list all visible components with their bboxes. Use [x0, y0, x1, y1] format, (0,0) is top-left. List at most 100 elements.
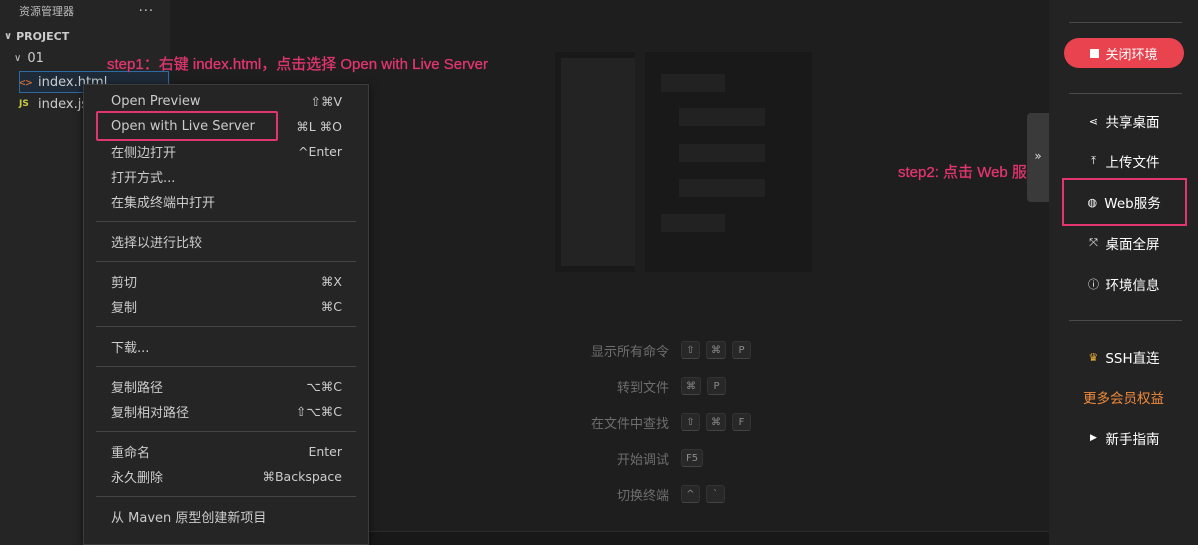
shortcut-row: 切换终端 ^ `	[500, 476, 860, 512]
menu-item-shortcut: Enter	[308, 444, 342, 459]
play-icon: ▶	[1090, 433, 1097, 443]
menu-item-shortcut: ⌘C	[320, 299, 342, 314]
upload-file-button[interactable]: ⤒ 上传文件	[1049, 150, 1198, 172]
watermark-line	[679, 179, 765, 197]
menu-group: 从 Maven 原型创建新项目	[84, 500, 368, 533]
watermark-line	[661, 74, 725, 92]
ssh-connect-button[interactable]: ♛ SSH直连	[1049, 346, 1198, 368]
key-cap: ⇧	[681, 413, 700, 431]
menu-separator	[96, 366, 356, 367]
panel-divider	[1069, 320, 1182, 321]
menu-item-open-to-side[interactable]: 在侧边打开 ^Enter	[84, 139, 368, 164]
menu-item-shortcut: ⇧⌘V	[310, 94, 342, 109]
menu-item-copy-relative-path[interactable]: 复制相对路径 ⇧⌥⌘C	[84, 399, 368, 424]
key-cap: ^	[681, 485, 700, 503]
fullscreen-desktop-button[interactable]: ⤧ 桌面全屏	[1049, 232, 1198, 254]
menu-item-download[interactable]: 下载...	[84, 334, 368, 359]
more-vip-benefits-link[interactable]: 更多会员权益	[1049, 386, 1198, 408]
project-section-header[interactable]: ∨ PROJECT	[4, 30, 69, 43]
menu-separator	[96, 431, 356, 432]
menu-item-label: 从 Maven 原型创建新项目	[111, 511, 267, 526]
menu-item-copy[interactable]: 复制 ⌘C	[84, 294, 368, 319]
menu-item-label: 在侧边打开	[111, 146, 177, 161]
section-label: PROJECT	[16, 30, 70, 43]
menu-group: Open Preview ⇧⌘V Open with Live Server ⌘…	[84, 85, 368, 218]
menu-item-maven-new-project[interactable]: 从 Maven 原型创建新项目	[84, 504, 368, 529]
environment-info-button[interactable]: ⓘ 环境信息	[1049, 273, 1198, 295]
folder-label: 01	[27, 51, 44, 66]
explorer-header: 资源管理器 ···	[0, 0, 170, 22]
environment-panel: 关闭环境 ⋖ 共享桌面 ⤒ 上传文件 ◍ Web服务 ⤧ 桌面全屏 ⓘ 环境信息…	[1049, 0, 1198, 545]
menu-item-shortcut: ⇧⌥⌘C	[295, 404, 342, 419]
fullscreen-desktop-label: 桌面全屏	[1105, 237, 1160, 253]
environment-info-label: 环境信息	[1105, 278, 1160, 294]
menu-item-rename[interactable]: 重命名 Enter	[84, 439, 368, 464]
key-cap: P	[707, 377, 726, 395]
annotation-step1: step1：右键 index.html，点击选择 Open with Live …	[107, 56, 488, 73]
watermark-line	[661, 214, 725, 232]
menu-item-label: 重命名	[111, 446, 151, 461]
crown-icon: ♛	[1088, 350, 1099, 364]
menu-item-open-with-live-server[interactable]: Open with Live Server ⌘L ⌘O	[84, 111, 368, 141]
menu-item-open-with[interactable]: 打开方式...	[84, 164, 368, 189]
beginner-guide-button[interactable]: ▶ 新手指南	[1049, 427, 1198, 449]
menu-item-label: 剪切	[111, 276, 138, 291]
shortcut-label: 在文件中查找	[590, 416, 669, 432]
shortcut-label: 切换终端	[616, 488, 669, 504]
close-environment-button[interactable]: 关闭环境	[1064, 38, 1184, 68]
beginner-guide-label: 新手指南	[1105, 432, 1160, 448]
fullscreen-icon: ⤧	[1089, 236, 1098, 249]
double-chevron-right-icon: »	[1034, 149, 1042, 163]
key-cap: F5	[681, 449, 704, 467]
menu-item-cut[interactable]: 剪切 ⌘X	[84, 269, 368, 294]
collapse-panel-tab[interactable]: »	[1027, 113, 1049, 202]
watermark-line	[679, 144, 765, 162]
info-icon: ⓘ	[1088, 278, 1099, 291]
shortcut-label: 转到文件	[616, 380, 669, 396]
key-cap: ⌘	[706, 341, 726, 359]
watermark-page-right	[645, 52, 812, 272]
chevron-down-icon: ∨	[4, 31, 13, 42]
menu-item-delete-permanently[interactable]: 永久删除 ⌘Backspace	[84, 464, 368, 489]
shortcut-row: 在文件中查找 ⇧ ⌘ F	[500, 404, 860, 440]
explorer-title: 资源管理器	[19, 5, 74, 18]
key-cap: `	[706, 485, 725, 503]
html-file-icon: <>	[19, 75, 33, 89]
panel-divider	[1069, 22, 1182, 23]
menu-separator	[96, 221, 356, 222]
menu-item-shortcut: ⌘Backspace	[262, 469, 342, 484]
menu-separator	[96, 261, 356, 262]
menu-item-label: 打开方式...	[111, 171, 176, 186]
menu-group: 下载...	[84, 330, 368, 363]
folder-01[interactable]: ∨ 01	[14, 51, 44, 66]
menu-group: 选择以进行比较	[84, 225, 368, 258]
key-cap: P	[732, 341, 751, 359]
key-cap: F	[732, 413, 751, 431]
share-desktop-label: 共享桌面	[1105, 115, 1160, 131]
file-label: index.js	[38, 96, 89, 112]
key-cap: ⇧	[681, 341, 700, 359]
menu-item-label: 复制	[111, 301, 138, 316]
menu-item-shortcut: ⌥⌘C	[306, 379, 342, 394]
menu-item-shortcut: ^Enter	[297, 144, 342, 159]
menu-item-label: Open Preview	[111, 94, 201, 109]
more-vip-benefits-label: 更多会员权益	[1083, 391, 1164, 407]
annotation-highlight-box	[96, 111, 278, 141]
shortcut-label: 开始调试	[616, 452, 669, 468]
share-desktop-button[interactable]: ⋖ 共享桌面	[1049, 110, 1198, 132]
upload-file-label: 上传文件	[1105, 155, 1160, 171]
more-actions-icon[interactable]: ···	[139, 4, 154, 19]
shortcut-hints: 显示所有命令 ⇧ ⌘ P 转到文件 ⌘ P 在文件中查找 ⇧ ⌘ F 开始调试 …	[500, 332, 860, 512]
upload-icon: ⤒	[1091, 154, 1096, 167]
menu-item-copy-path[interactable]: 复制路径 ⌥⌘C	[84, 374, 368, 399]
panel-divider	[1069, 93, 1182, 94]
shortcut-row: 显示所有命令 ⇧ ⌘ P	[500, 332, 860, 368]
menu-item-select-for-compare[interactable]: 选择以进行比较	[84, 229, 368, 254]
shortcut-label: 显示所有命令	[590, 344, 669, 360]
menu-separator	[96, 496, 356, 497]
menu-item-label: 复制路径	[111, 381, 164, 396]
menu-item-open-in-terminal[interactable]: 在集成终端中打开	[84, 189, 368, 214]
close-environment-label: 关闭环境	[1105, 47, 1158, 63]
annotation-highlight-box	[1062, 178, 1187, 226]
ssh-connect-label: SSH直连	[1105, 351, 1160, 367]
